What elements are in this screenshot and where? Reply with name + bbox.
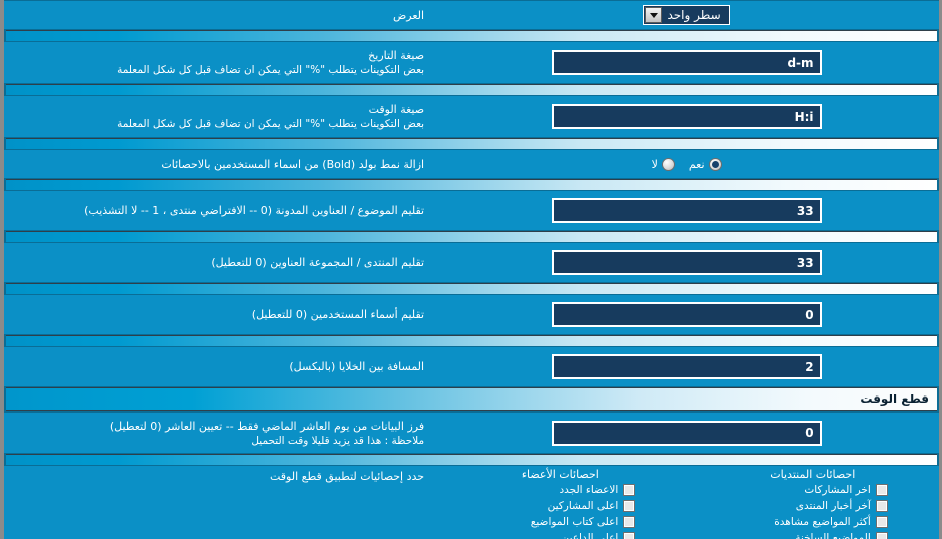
cell-spacing-label: المسافة بين الخلايا (بالبكسل) bbox=[289, 360, 425, 373]
date-format-note: بعض التكوينات يتطلب "%" التي يمكن ان تضا… bbox=[117, 64, 425, 76]
date-format-label: صيغة التاريخ bbox=[368, 49, 425, 62]
stats-column-members: احصائات الأعضاء الاعضاء الجدد اعلى المشا… bbox=[434, 468, 686, 539]
checkbox-label: الاعضاء الجدد bbox=[559, 484, 619, 496]
divider-3 bbox=[4, 137, 939, 150]
checkbox-item[interactable]: آخر أخبار المنتدى bbox=[738, 500, 888, 512]
checkbox-unchecked-icon[interactable] bbox=[875, 500, 888, 512]
stats-selection-area: احصائات المنتديات اخر المشاركات آخر أخبا… bbox=[4, 465, 939, 539]
checkbox-label: اخر المشاركات bbox=[804, 484, 871, 496]
checkbox-item[interactable]: الاعضاء الجدد bbox=[485, 484, 636, 496]
chevron-down-icon[interactable] bbox=[645, 7, 663, 23]
row-cell-spacing: المسافة بين الخلايا (بالبكسل) bbox=[4, 346, 939, 386]
stats-column-members-header: احصائات الأعضاء bbox=[521, 468, 599, 481]
trim-usernames-label-cell: تقليم أسماء المستخدمين (0 للتعطيل) bbox=[4, 305, 434, 324]
row-date-format: صيغة التاريخ بعض التكوينات يتطلب "%" الت… bbox=[4, 41, 939, 83]
cell-spacing-control-cell bbox=[434, 352, 939, 381]
sort-days-note: ملاحظة : هذا قد يزيد قليلا وقت التحميل bbox=[251, 434, 425, 447]
sort-days-label-cell: فرز البيانات من يوم العاشر الماضي فقط --… bbox=[4, 417, 434, 450]
trim-forum-control-cell bbox=[434, 248, 939, 277]
row-time-format: صيغة الوقت بعض التكوينات يتطلب "%" التي … bbox=[4, 95, 939, 137]
checkbox-item[interactable]: أكثر المواضيع مشاهدة bbox=[738, 516, 888, 528]
checkbox-unchecked-icon[interactable] bbox=[623, 484, 636, 496]
checkbox-label: المواضيع الساخنة bbox=[795, 532, 871, 539]
divider-2 bbox=[4, 83, 939, 96]
trim-usernames-input[interactable] bbox=[551, 302, 822, 327]
settings-panel: سطر واحد العرض صيغة التاريخ بعض التكوينا… bbox=[0, 0, 942, 539]
checkbox-label: اعلى المشاركين bbox=[547, 500, 619, 512]
time-format-label: صيغة الوقت bbox=[368, 103, 425, 116]
section-header-timecut: قطع الوقت bbox=[4, 386, 939, 412]
divider-1 bbox=[4, 29, 939, 42]
date-format-input[interactable] bbox=[551, 50, 822, 75]
remove-bold-radio-no[interactable]: لا bbox=[651, 157, 675, 171]
checkbox-unchecked-icon[interactable] bbox=[623, 532, 636, 539]
checkbox-item[interactable]: اعلى المشاركين bbox=[485, 500, 636, 512]
checkbox-unchecked-icon[interactable] bbox=[875, 484, 888, 496]
display-control-cell: سطر واحد bbox=[434, 3, 939, 27]
checkbox-unchecked-icon[interactable] bbox=[875, 532, 888, 539]
checkbox-label: آخر أخبار المنتدى bbox=[795, 500, 871, 512]
cell-spacing-label-cell: المسافة بين الخلايا (بالبكسل) bbox=[4, 357, 434, 376]
divider-4 bbox=[4, 178, 939, 191]
stats-column-forums-header: احصائات المنتديات bbox=[770, 468, 856, 481]
divider-5 bbox=[4, 230, 939, 243]
radio-unselected-icon[interactable] bbox=[661, 157, 675, 171]
remove-bold-no-label: لا bbox=[651, 157, 658, 171]
divider-8 bbox=[4, 453, 939, 466]
trim-forum-titles-label: تقليم المنتدى / المجموعة العناوين (0 للت… bbox=[211, 256, 425, 269]
display-mode-select-value: سطر واحد bbox=[667, 8, 721, 22]
row-sort-days: فرز البيانات من يوم العاشر الماضي فقط --… bbox=[4, 412, 939, 453]
checkbox-item[interactable]: المواضيع الساخنة bbox=[738, 532, 888, 539]
row-trim-topic-titles: تقليم الموضوع / العناوين المدونة (0 -- ا… bbox=[4, 190, 939, 230]
trim-usernames-label: تقليم أسماء المستخدمين (0 للتعطيل) bbox=[251, 308, 425, 321]
checkbox-unchecked-icon[interactable] bbox=[623, 500, 636, 512]
time-format-note: بعض التكوينات يتطلب "%" التي يمكن ان تضا… bbox=[117, 118, 425, 130]
select-stats-label: حدد إحصائيات لتطبيق قطع الوقت bbox=[270, 470, 425, 483]
date-format-control-cell bbox=[434, 48, 939, 77]
trim-topic-control-cell bbox=[434, 196, 939, 225]
select-stats-label-cell: حدد إحصائيات لتطبيق قطع الوقت bbox=[4, 468, 434, 539]
stats-checkbox-columns: احصائات المنتديات اخر المشاركات آخر أخبا… bbox=[434, 468, 939, 539]
divider-6 bbox=[4, 282, 939, 295]
trim-topic-titles-label: تقليم الموضوع / العناوين المدونة (0 -- ا… bbox=[84, 204, 425, 217]
row-remove-bold: نعم لا ازالة نمط بولد (Bold) من اسماء ال… bbox=[4, 149, 939, 178]
row-trim-usernames: تقليم أسماء المستخدمين (0 للتعطيل) bbox=[4, 294, 939, 334]
time-format-control-cell bbox=[434, 102, 939, 131]
checkbox-item[interactable]: اخر المشاركات bbox=[738, 484, 888, 496]
remove-bold-label: ازالة نمط بولد (Bold) من اسماء المستخدمي… bbox=[161, 157, 425, 171]
date-format-label-cell: صيغة التاريخ بعض التكوينات يتطلب "%" الت… bbox=[4, 46, 434, 79]
checkbox-label: اعلى الداعين bbox=[561, 532, 619, 539]
trim-topic-titles-input[interactable] bbox=[551, 198, 822, 223]
display-label-cell: العرض bbox=[4, 6, 434, 25]
trim-forum-titles-input[interactable] bbox=[551, 250, 822, 275]
time-format-input[interactable] bbox=[551, 104, 822, 129]
sort-days-control-cell bbox=[434, 419, 939, 448]
display-mode-select[interactable]: سطر واحد bbox=[643, 5, 730, 25]
remove-bold-label-cell: ازالة نمط بولد (Bold) من اسماء المستخدمي… bbox=[4, 155, 434, 174]
display-label: العرض bbox=[393, 8, 425, 22]
row-display: سطر واحد العرض bbox=[4, 0, 939, 29]
sort-days-label: فرز البيانات من يوم العاشر الماضي فقط --… bbox=[109, 419, 425, 433]
time-format-label-cell: صيغة الوقت بعض التكوينات يتطلب "%" التي … bbox=[4, 100, 434, 133]
sort-days-input[interactable] bbox=[551, 420, 822, 446]
radio-selected-icon[interactable] bbox=[708, 157, 722, 171]
checkbox-label: أكثر المواضيع مشاهدة bbox=[774, 516, 871, 528]
trim-usernames-control-cell bbox=[434, 300, 939, 329]
checkbox-unchecked-icon[interactable] bbox=[875, 516, 888, 528]
remove-bold-radio-yes[interactable]: نعم bbox=[688, 157, 722, 171]
remove-bold-radio-group: نعم لا bbox=[651, 157, 722, 171]
checkbox-item[interactable]: اعلى الداعين bbox=[485, 532, 636, 539]
row-trim-forum-titles: تقليم المنتدى / المجموعة العناوين (0 للت… bbox=[4, 242, 939, 282]
remove-bold-yes-label: نعم bbox=[688, 157, 705, 171]
section-header-timecut-title: قطع الوقت bbox=[860, 392, 929, 406]
remove-bold-control-cell: نعم لا bbox=[434, 156, 939, 173]
trim-topic-label-cell: تقليم الموضوع / العناوين المدونة (0 -- ا… bbox=[4, 201, 434, 220]
divider-7 bbox=[4, 334, 939, 347]
checkbox-label: اعلى كتاب المواضيع bbox=[530, 516, 619, 528]
checkbox-unchecked-icon[interactable] bbox=[623, 516, 636, 528]
trim-forum-label-cell: تقليم المنتدى / المجموعة العناوين (0 للت… bbox=[4, 253, 434, 272]
cell-spacing-input[interactable] bbox=[551, 354, 822, 379]
checkbox-item[interactable]: اعلى كتاب المواضيع bbox=[485, 516, 636, 528]
stats-column-forums: احصائات المنتديات اخر المشاركات آخر أخبا… bbox=[687, 468, 939, 539]
